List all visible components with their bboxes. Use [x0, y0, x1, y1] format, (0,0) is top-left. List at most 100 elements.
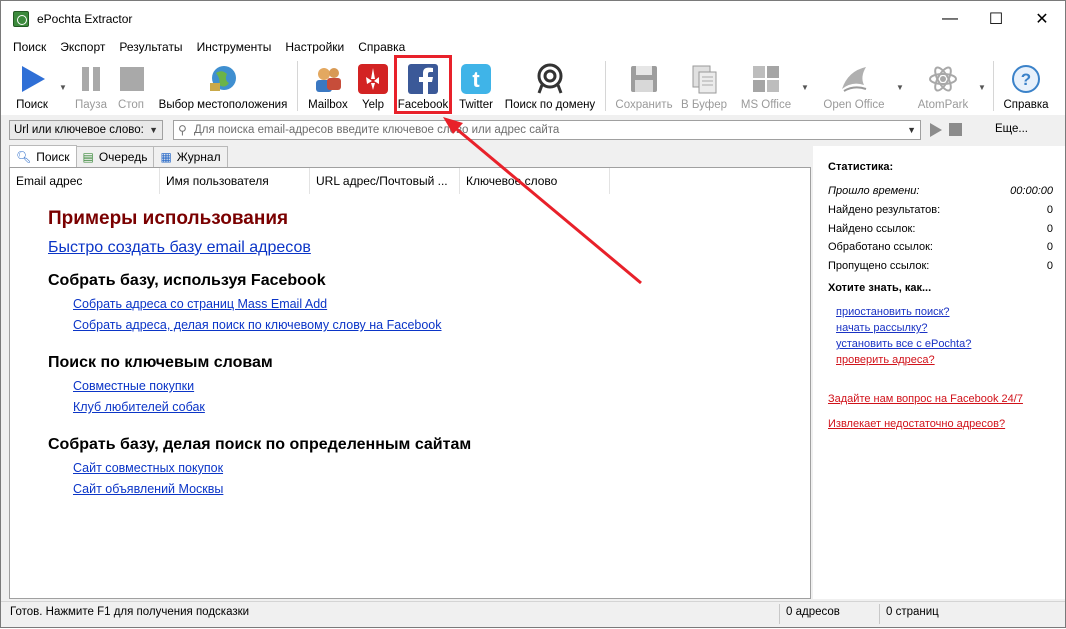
stat-label: Найдено результатов:: [828, 204, 941, 216]
open-office-dropdown-icon[interactable]: ▼: [896, 83, 904, 92]
stop-button-label: Стоп: [117, 99, 145, 111]
toolbar-separator: [297, 61, 298, 111]
example-link[interactable]: Собрать адреса, делая поиск по ключевому…: [73, 318, 471, 332]
ms-office-button[interactable]: MS Office: [737, 57, 795, 115]
menu-help[interactable]: Справка: [351, 40, 412, 54]
stat-value: 00:00:00: [1010, 185, 1053, 197]
facebook-highlight: [394, 55, 452, 114]
search-type-value: Url или ключевое слово:: [14, 124, 144, 136]
status-bar: Готов. Нажмите F1 для получения подсказк…: [1, 601, 1065, 627]
example-link[interactable]: Сайт совместных покупок: [73, 461, 471, 475]
minimize-button[interactable]: —: [927, 1, 973, 37]
help-button[interactable]: ? Справка: [999, 57, 1053, 115]
tab-queue[interactable]: ▤ Очередь: [75, 146, 155, 167]
twitter-button[interactable]: t Twitter: [456, 57, 496, 115]
status-divider: [879, 604, 880, 624]
yelp-button-label: Yelp: [362, 99, 384, 111]
ms-office-dropdown-icon[interactable]: ▼: [801, 83, 809, 92]
not-enough-addresses-link[interactable]: Извлекает недостаточно адресов?: [828, 418, 1005, 430]
column-header-url[interactable]: URL адрес/Почтовый ...: [310, 168, 460, 194]
pause-button[interactable]: Пауза: [71, 57, 111, 115]
menu-tools[interactable]: Инструменты: [190, 40, 279, 54]
section-title: Собрать базу, используя Facebook: [48, 272, 326, 289]
menu-settings[interactable]: Настройки: [278, 40, 351, 54]
svg-text:t: t: [472, 67, 480, 92]
menu-export[interactable]: Экспорт: [53, 40, 112, 54]
stat-label: Прошло времени:: [828, 185, 920, 197]
tab-search-label: Поиск: [36, 149, 70, 164]
pause-button-label: Пауза: [75, 99, 107, 111]
atompark-button-label: AtomPark: [917, 99, 969, 111]
search-input[interactable]: ⚲ Для поиска email-адресов введите ключе…: [173, 120, 921, 140]
example-link[interactable]: Собрать адреса со страниц Mass Email Add: [73, 297, 471, 311]
toolbar-separator: [605, 61, 606, 111]
chevron-down-icon[interactable]: ▼: [907, 125, 916, 135]
example-link[interactable]: Совместные покупки: [73, 379, 471, 393]
close-button[interactable]: ✕: [1019, 1, 1065, 37]
column-header-username[interactable]: Имя пользователя: [160, 168, 310, 194]
example-link[interactable]: Сайт объявлений Москвы: [73, 482, 471, 496]
atompark-dropdown-icon[interactable]: ▼: [978, 83, 986, 92]
ms-office-button-label: MS Office: [740, 99, 792, 111]
results-panel: Email адрес Имя пользователя URL адрес/П…: [9, 167, 811, 599]
start-search-icon[interactable]: [930, 123, 942, 137]
search-bar: Url или ключевое слово: ▼ ⚲ Для поиска e…: [1, 115, 1065, 145]
location-button-label: Выбор местоположения: [158, 99, 288, 111]
clipboard-button[interactable]: В Буфер: [679, 57, 729, 115]
svg-text:?: ?: [1021, 70, 1031, 89]
location-button[interactable]: Выбор местоположения: [155, 57, 291, 115]
stop-button[interactable]: Стоп: [113, 57, 149, 115]
stat-label: Найдено ссылок:: [828, 223, 916, 235]
menu-search[interactable]: Поиск: [6, 40, 53, 54]
examples-heading: Примеры использования: [48, 208, 289, 229]
users-icon: [312, 63, 344, 95]
atom-icon: [927, 63, 959, 95]
facebook-support-link[interactable]: Задайте нам вопрос на Facebook 24/7: [828, 393, 1023, 405]
column-header-keyword[interactable]: Ключевое слово: [460, 168, 610, 194]
status-message: Готов. Нажмите F1 для получения подсказк…: [10, 606, 250, 618]
statistics-panel: Статистика: Прошло времени: 00:00:00 Най…: [813, 146, 1065, 599]
tab-log[interactable]: ▦ Журнал: [153, 146, 228, 167]
floppy-disk-icon: [628, 63, 660, 95]
open-office-button[interactable]: Open Office: [819, 57, 889, 115]
chevron-down-icon: ▼: [149, 125, 158, 135]
save-button[interactable]: Сохранить: [613, 57, 675, 115]
search-type-select[interactable]: Url или ключевое слово: ▼: [9, 120, 163, 140]
stat-value: 0: [1046, 260, 1053, 272]
section-title: Собрать базу, делая поиск по определенны…: [48, 436, 472, 453]
mailbox-button[interactable]: Mailbox: [304, 57, 352, 115]
howto-link[interactable]: проверить адреса?: [836, 354, 935, 366]
open-office-icon: [838, 63, 870, 95]
stat-row: Пропущено ссылок: 0: [828, 260, 1053, 272]
magnifier-icon: 🔍︎: [16, 149, 32, 164]
howto-link[interactable]: установить все с ePochta?: [836, 338, 971, 350]
howto-link[interactable]: начать рассылку?: [836, 322, 928, 334]
tab-search[interactable]: 🔍︎ Поиск: [9, 145, 77, 167]
stat-row: Найдено результатов: 0: [828, 204, 1053, 216]
pause-icon: [75, 63, 107, 95]
search-placeholder: Для поиска email-адресов введите ключево…: [194, 124, 560, 136]
globe-icon: [207, 63, 239, 95]
twitter-icon: t: [460, 63, 492, 95]
search-dropdown-icon[interactable]: ▼: [59, 83, 67, 92]
yelp-button[interactable]: Yelp: [355, 57, 391, 115]
stop-icon: [115, 63, 147, 95]
tab-log-label: Журнал: [176, 150, 221, 164]
stat-label: Обработано ссылок:: [828, 241, 933, 253]
open-office-button-label: Open Office: [823, 99, 885, 111]
domain-search-button[interactable]: Поиск по домену: [501, 57, 599, 115]
quick-create-link[interactable]: Быстро создать базу email адресов: [48, 239, 471, 257]
stat-row: Обработано ссылок: 0: [828, 241, 1053, 253]
column-header-email[interactable]: Email адрес: [10, 168, 160, 194]
search-button[interactable]: Поиск: [9, 57, 55, 115]
stat-label: Пропущено ссылок:: [828, 260, 930, 272]
maximize-button[interactable]: ☐: [973, 1, 1019, 37]
atompark-button[interactable]: AtomPark: [913, 57, 973, 115]
toolbar: Поиск ▼ Пауза Стоп Выбор местоположения: [1, 57, 1065, 115]
menu-results[interactable]: Результаты: [112, 40, 189, 54]
more-button[interactable]: Еще...: [995, 123, 1028, 135]
stop-search-icon[interactable]: [949, 123, 962, 136]
example-link[interactable]: Клуб любителей собак: [73, 400, 471, 414]
howto-link[interactable]: приостановить поиск?: [836, 306, 950, 318]
